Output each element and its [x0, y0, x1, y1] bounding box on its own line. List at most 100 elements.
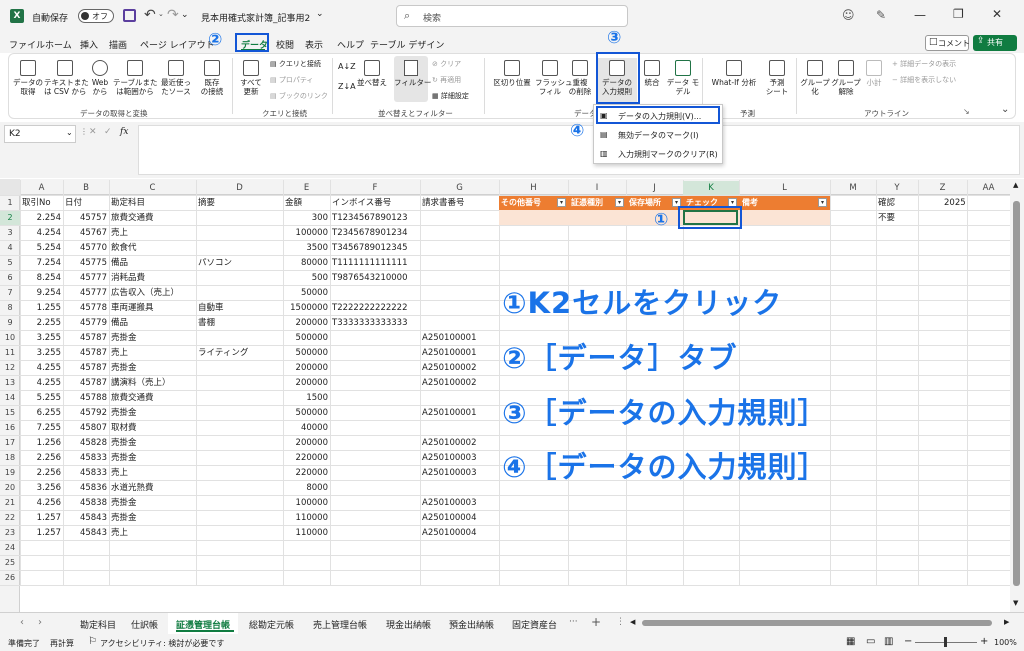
data-cell[interactable]: A250100001 [422, 406, 497, 420]
header-cell[interactable]: 金額 [285, 196, 328, 210]
data-cell[interactable]: 1.257 [22, 511, 61, 525]
row-header[interactable]: 9 [0, 316, 20, 330]
tab-home[interactable]: ホーム [45, 38, 72, 51]
data-cell[interactable]: 45833 [65, 451, 107, 465]
data-cell[interactable]: 45770 [65, 241, 107, 255]
data-cell[interactable]: A250100004 [422, 526, 497, 540]
data-cell[interactable]: 200000 [285, 376, 328, 390]
row-header[interactable]: 20 [0, 481, 20, 495]
search-box[interactable]: ⌕ 検索 [396, 5, 628, 27]
data-cell[interactable]: 4.254 [22, 226, 61, 240]
recent-sources-button[interactable]: 最近使っ たソース [158, 60, 194, 96]
workbook-links-button[interactable]: ▤ ブックのリンク [270, 92, 328, 101]
data-cell[interactable]: 売掛金 [111, 511, 194, 525]
filter-dropdown-icon[interactable]: ▾ [615, 198, 624, 207]
sort-button[interactable]: 並べ替え [356, 60, 388, 87]
data-cell[interactable]: A250100004 [422, 511, 497, 525]
row-header[interactable]: 23 [0, 526, 20, 540]
data-cell[interactable]: 45778 [65, 301, 107, 315]
data-cell[interactable]: 備品 [111, 256, 194, 270]
data-cell[interactable]: 売掛金 [111, 331, 194, 345]
data-cell[interactable]: 4.256 [22, 496, 61, 510]
redo-icon[interactable]: ↷ [167, 7, 179, 23]
row-header[interactable]: 8 [0, 301, 20, 315]
accessibility-icon[interactable]: ⚐ [88, 636, 97, 647]
data-cell[interactable]: 2.255 [22, 316, 61, 330]
subtotal-button[interactable]: 小計 [862, 60, 886, 87]
data-cell[interactable]: T1234567890123 [332, 211, 418, 225]
data-cell[interactable]: 100000 [285, 226, 328, 240]
data-cell[interactable]: 45787 [65, 331, 107, 345]
row-header[interactable]: 3 [0, 226, 20, 240]
data-cell[interactable]: 100000 [285, 496, 328, 510]
data-cell[interactable]: 旅費交通費 [111, 391, 194, 405]
data-cell[interactable]: 45787 [65, 346, 107, 360]
data-cell[interactable]: A250100002 [422, 376, 497, 390]
zoom-level[interactable]: 100% [994, 638, 1017, 647]
row-header[interactable]: 26 [0, 571, 20, 585]
data-cell[interactable]: 3.255 [22, 331, 61, 345]
data-cell[interactable]: 500000 [285, 406, 328, 420]
tab-review[interactable]: 校閲 [276, 38, 294, 51]
row-header[interactable]: 18 [0, 451, 20, 465]
insert-function-icon[interactable]: fx [120, 127, 128, 137]
data-cell[interactable]: 売掛金 [111, 361, 194, 375]
filter-dropdown-icon[interactable]: ▾ [818, 198, 827, 207]
data-cell[interactable]: 2.256 [22, 451, 61, 465]
sheet-tab-general-ledger[interactable]: 総勘定元帳 [249, 618, 294, 631]
next-sheet-icon[interactable]: › [38, 617, 42, 628]
column-header-f[interactable]: F [330, 181, 420, 195]
header-cell[interactable]: インボイス番号 [332, 196, 418, 210]
data-cell[interactable]: 200000 [285, 316, 328, 330]
data-cell[interactable]: 自動車 [198, 301, 281, 315]
tab-options-icon[interactable]: ⋮ [616, 617, 625, 627]
data-cell[interactable]: 45757 [65, 211, 107, 225]
data-cell[interactable]: 500000 [285, 346, 328, 360]
name-box-dropdown-icon[interactable]: ⌄ [66, 128, 73, 137]
sheet-tab-fixed-assets[interactable]: 固定資産台 [512, 618, 557, 631]
data-cell[interactable]: T9876543210000 [332, 271, 418, 285]
data-cell[interactable]: 4.255 [22, 361, 61, 375]
row-header[interactable]: 24 [0, 541, 20, 555]
row-header[interactable]: 7 [0, 286, 20, 300]
sort-ascending-button[interactable]: A↓Z [338, 62, 356, 71]
data-cell[interactable]: 220000 [285, 451, 328, 465]
data-cell[interactable]: 200000 [285, 436, 328, 450]
data-cell[interactable]: A250100002 [422, 436, 497, 450]
filter-button[interactable]: フィルター [394, 56, 431, 102]
header-cell[interactable]: 勘定科目 [111, 196, 194, 210]
dropdown-item-circle-invalid[interactable]: ▤ 無効データのマーク(I) [596, 128, 720, 143]
data-cell[interactable]: 45792 [65, 406, 107, 420]
data-cell[interactable]: 5.254 [22, 241, 61, 255]
data-cell[interactable]: 売上 [111, 346, 194, 360]
data-cell[interactable]: A250100001 [422, 331, 497, 345]
row-header[interactable]: 19 [0, 466, 20, 480]
from-table-range-button[interactable]: テーブルまた は範囲から [113, 60, 158, 96]
cell-y2[interactable]: 不要 [878, 211, 895, 225]
cell-y1[interactable]: 確認 [878, 196, 895, 210]
tab-insert[interactable]: 挿入 [80, 38, 98, 51]
scroll-right-icon[interactable]: ▶ [1004, 618, 1009, 626]
column-header-z[interactable]: Z [918, 181, 967, 195]
qat-customize-icon[interactable]: ⌄ [181, 10, 189, 20]
hscroll-thumb[interactable] [642, 620, 992, 626]
refresh-all-button[interactable]: すべて 更新 [236, 60, 266, 96]
scroll-thumb[interactable] [1013, 201, 1020, 586]
share-button[interactable]: ⇪ 共有 [973, 35, 1017, 51]
tab-file[interactable]: ファイル [9, 38, 45, 51]
data-cell[interactable]: 8000 [285, 481, 328, 495]
copilot-icon[interactable]: ☺ [842, 8, 855, 22]
dropdown-item-clear-circles[interactable]: ▥ 入力規則マークのクリア(R) [596, 147, 720, 162]
data-cell[interactable]: 売上 [111, 526, 194, 540]
data-cell[interactable]: 200000 [285, 361, 328, 375]
data-cell[interactable]: 40000 [285, 421, 328, 435]
forecast-sheet-button[interactable]: 予測 シート [763, 60, 791, 96]
data-cell[interactable]: 8.254 [22, 271, 61, 285]
collapse-ribbon-icon[interactable]: ⌄ [1001, 104, 1009, 115]
zoom-in-icon[interactable]: + [980, 636, 988, 647]
data-cell[interactable]: 1.255 [22, 301, 61, 315]
prev-sheet-icon[interactable]: ‹ [20, 617, 24, 628]
data-model-button[interactable]: データ モ デル [666, 60, 700, 96]
row-header[interactable]: 15 [0, 406, 20, 420]
filter-dropdown-icon[interactable]: ▾ [557, 198, 566, 207]
